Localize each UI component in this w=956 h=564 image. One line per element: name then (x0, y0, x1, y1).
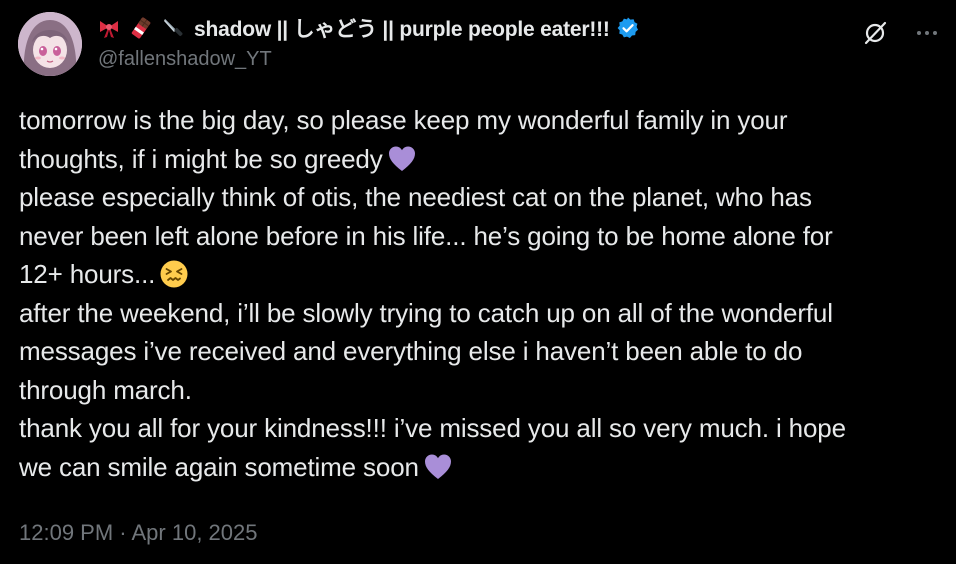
grok-button[interactable] (860, 18, 890, 48)
tweet-timestamp[interactable]: 12:09 PM · Apr 10, 2025 (19, 520, 258, 546)
anime-avatar-icon (18, 12, 82, 76)
author-display-name[interactable]: shadow || しゃどう || purple people eater!!! (194, 13, 610, 43)
tweet-line: thoughts, if i might be so greedy (19, 140, 949, 179)
tweet-line: 12+ hours... (19, 255, 949, 294)
ribbon-emoji-icon (98, 17, 120, 39)
more-icon (917, 31, 937, 35)
author-avatar[interactable] (18, 12, 82, 76)
grok-icon (864, 21, 887, 45)
tweet-text: tomorrow is the big day, so please keep … (19, 101, 949, 486)
author-handle[interactable]: @fallenshadow_YT (98, 46, 836, 72)
tweet-line: please especially think of otis, the nee… (19, 182, 812, 212)
tweet-line: thank you all for your kindness!!! i’ve … (19, 413, 846, 443)
tweet-top-actions (860, 18, 942, 48)
chocolate-bar-emoji-icon (130, 17, 152, 39)
more-options-button[interactable] (912, 18, 942, 48)
knife-emoji-icon (162, 17, 184, 39)
verified-badge-icon[interactable] (616, 16, 640, 40)
tweet-card: shadow || しゃどう || purple people eater!!!… (0, 0, 956, 564)
purple-heart-emoji-icon (423, 452, 453, 482)
tweet-header: shadow || しゃどう || purple people eater!!!… (98, 14, 836, 72)
tweet-line: after the weekend, i’ll be slowly trying… (19, 297, 833, 328)
tweet-line: never been left alone before in his life… (19, 220, 833, 251)
author-name-row[interactable]: shadow || しゃどう || purple people eater!!! (98, 14, 836, 42)
confounded-face-emoji-icon (159, 259, 189, 289)
purple-heart-emoji-icon (387, 144, 417, 174)
tweet-line: through march. (19, 374, 192, 405)
tweet-line: we can smile again sometime soon (19, 448, 949, 487)
tweet-line: messages i’ve received and everything el… (19, 336, 803, 366)
tweet-line: tomorrow is the big day, so please keep … (19, 105, 788, 135)
